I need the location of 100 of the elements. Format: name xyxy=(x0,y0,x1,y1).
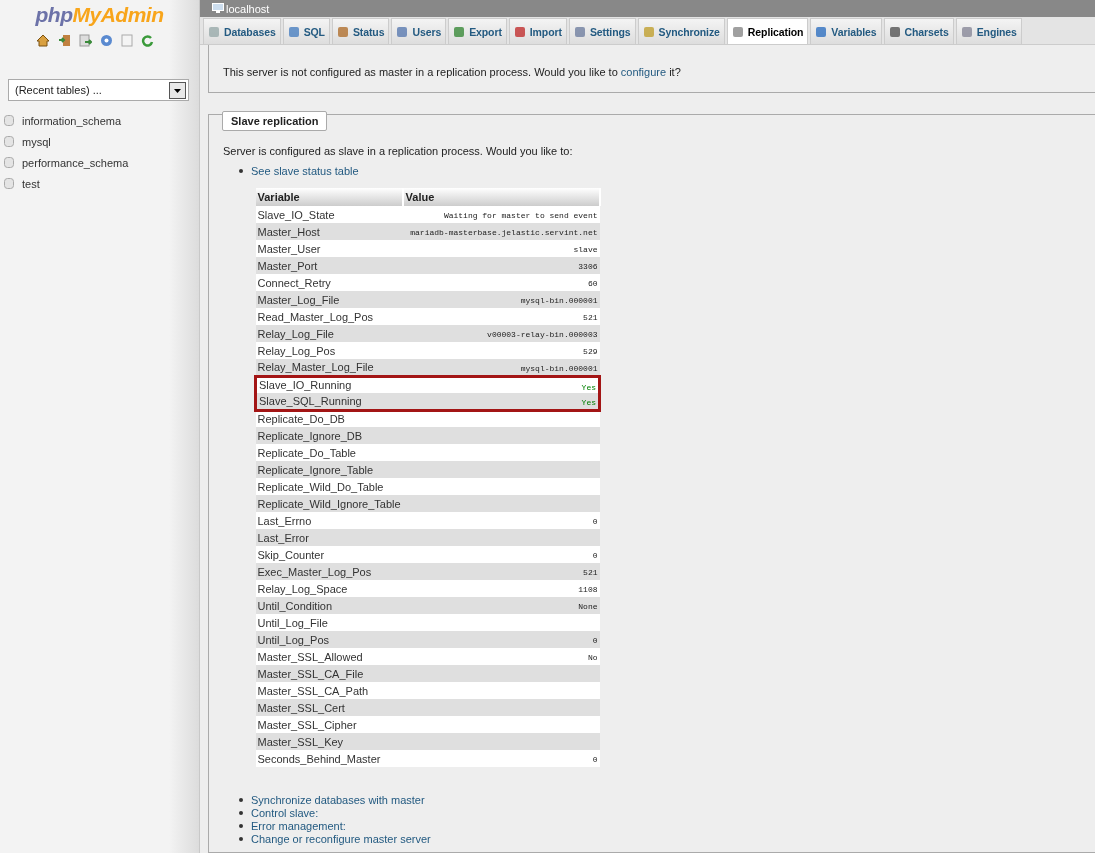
table-cell: mysql-bin.000001 xyxy=(520,364,598,373)
table-cell: Exec_Master_Log_Pos xyxy=(255,563,403,580)
reload-icon[interactable] xyxy=(140,34,154,47)
table-cell: mariadb-masterbase.jelastic.servint.net xyxy=(410,228,598,237)
door-icon[interactable] xyxy=(57,34,71,47)
tab-icon xyxy=(454,26,465,37)
tab[interactable]: Users xyxy=(391,18,447,44)
tab-icon xyxy=(961,26,972,37)
action-link[interactable]: Error management: xyxy=(251,819,346,832)
table-cell: Replicate_Ignore_DB xyxy=(255,427,403,444)
tab-icon xyxy=(816,26,827,37)
tab[interactable]: Settings xyxy=(568,18,636,44)
table-cell: Replicate_Do_Table xyxy=(255,444,403,461)
table-cell: Slave_SQL_Running xyxy=(255,393,403,410)
table-cell: Last_Errno xyxy=(255,512,403,529)
tab-icon xyxy=(643,26,654,37)
table-cell: Slave_IO_Running xyxy=(255,376,403,393)
tab-icon xyxy=(889,26,900,37)
database-icon xyxy=(4,178,14,189)
tab[interactable]: SQL xyxy=(282,18,330,44)
table-cell: Until_Log_File xyxy=(255,614,403,631)
server-icon xyxy=(212,3,224,14)
column-header: Value xyxy=(402,188,600,206)
action-link[interactable]: Synchronize databases with master xyxy=(251,793,425,806)
table-cell: Until_Condition xyxy=(255,597,403,614)
table-cell: 1108 xyxy=(578,585,598,594)
tab[interactable]: Databases xyxy=(203,18,281,44)
tab-icon xyxy=(288,26,299,37)
table-cell: Master_Host xyxy=(255,223,403,240)
tab-icon xyxy=(337,26,348,37)
table-cell: No xyxy=(587,653,598,662)
table-cell: Skip_Counter xyxy=(255,546,403,563)
table-cell: Connect_Retry xyxy=(255,274,403,291)
master-message: This server is not configured as master in a replication process. Would you like to configure it? xyxy=(223,66,682,78)
table-cell: Slave_IO_State xyxy=(255,206,403,223)
table-cell: Until_Log_Pos xyxy=(255,631,403,648)
table-cell: Master_Log_File xyxy=(255,291,403,308)
table-cell: Master_Port xyxy=(255,257,403,274)
tab[interactable]: Charsets xyxy=(883,18,954,44)
table-cell: 3306 xyxy=(578,262,598,271)
server-name[interactable]: localhost xyxy=(226,2,270,15)
table-cell: Relay_Log_Space xyxy=(255,580,403,597)
database-link[interactable]: information_schema xyxy=(22,114,122,127)
table-cell: Seconds_Behind_Master xyxy=(255,750,403,767)
table-cell: Read_Master_Log_Pos xyxy=(255,308,403,325)
tab-icon xyxy=(732,26,743,37)
column-header: Variable xyxy=(255,188,403,206)
table-cell: Master_User xyxy=(255,240,403,257)
database-link[interactable]: test xyxy=(22,177,40,190)
database-icon xyxy=(4,136,14,147)
tab-icon xyxy=(209,26,219,37)
database-link[interactable]: performance_schema xyxy=(22,156,129,169)
table-cell: Master_SSL_CA_File xyxy=(255,665,403,682)
table-cell: mysql-bin.000001 xyxy=(520,296,598,305)
table-cell: 0 xyxy=(592,636,598,645)
table-cell: 521 xyxy=(583,568,598,577)
home-icon[interactable] xyxy=(35,34,50,47)
tab-icon xyxy=(514,26,525,37)
table-cell: 60 xyxy=(587,279,598,288)
tab[interactable]: Synchronize xyxy=(637,18,725,44)
tab[interactable]: Replication xyxy=(726,18,809,44)
tab[interactable]: Variables xyxy=(810,18,882,44)
slave-status-link[interactable]: See slave status table xyxy=(251,164,359,177)
table-cell: Master_SSL_Allowed xyxy=(255,648,403,665)
database-link[interactable]: mysql xyxy=(22,135,51,148)
tab[interactable]: Export xyxy=(448,18,507,44)
table-cell: Relay_Master_Log_File xyxy=(255,359,403,376)
tab-icon xyxy=(397,26,408,37)
tab[interactable]: Engines xyxy=(955,18,1022,44)
table-cell: v00003-relay-bin.000003 xyxy=(487,330,598,339)
panel-legend: Slave replication xyxy=(222,111,328,131)
recent-tables-dropdown[interactable]: (Recent tables) ... xyxy=(8,79,189,101)
table-cell: Master_SSL_Cipher xyxy=(255,716,403,733)
table-cell: Replicate_Do_DB xyxy=(255,410,403,427)
table-cell: Replicate_Wild_Ignore_Table xyxy=(255,495,403,512)
tab-icon xyxy=(574,26,585,37)
table-cell: Master_SSL_CA_Path xyxy=(255,682,403,699)
logo[interactable]: phpMyAdmin xyxy=(0,0,199,27)
table-cell: Relay_Log_File xyxy=(255,325,403,342)
table-cell: Relay_Log_Pos xyxy=(255,342,403,359)
database-icon xyxy=(4,157,14,168)
table-cell: Yes xyxy=(581,382,596,392)
slave-message: Server is configured as slave in a replication process. Would you like to: xyxy=(223,145,574,157)
table-cell: 0 xyxy=(592,551,598,560)
table-cell: Master_SSL_Key xyxy=(255,733,403,750)
table-cell: Master_SSL_Cert xyxy=(255,699,403,716)
database-icon xyxy=(4,115,14,126)
action-link[interactable]: Control slave: xyxy=(251,806,319,819)
table-cell: slave xyxy=(573,245,598,254)
table-cell: 0 xyxy=(592,755,598,764)
help-icon[interactable] xyxy=(99,34,113,47)
table-cell: 0 xyxy=(592,517,598,526)
table-cell: 521 xyxy=(583,313,598,322)
action-link[interactable]: Change or reconfigure master server xyxy=(251,832,431,845)
table-cell: Waiting for master to send event xyxy=(443,211,598,220)
tab[interactable]: Status xyxy=(331,18,390,44)
table-cell: Replicate_Wild_Do_Table xyxy=(255,478,403,495)
tab[interactable]: Import xyxy=(508,18,567,44)
configure-link[interactable]: configure xyxy=(620,66,667,78)
table-cell: Last_Error xyxy=(255,529,403,546)
